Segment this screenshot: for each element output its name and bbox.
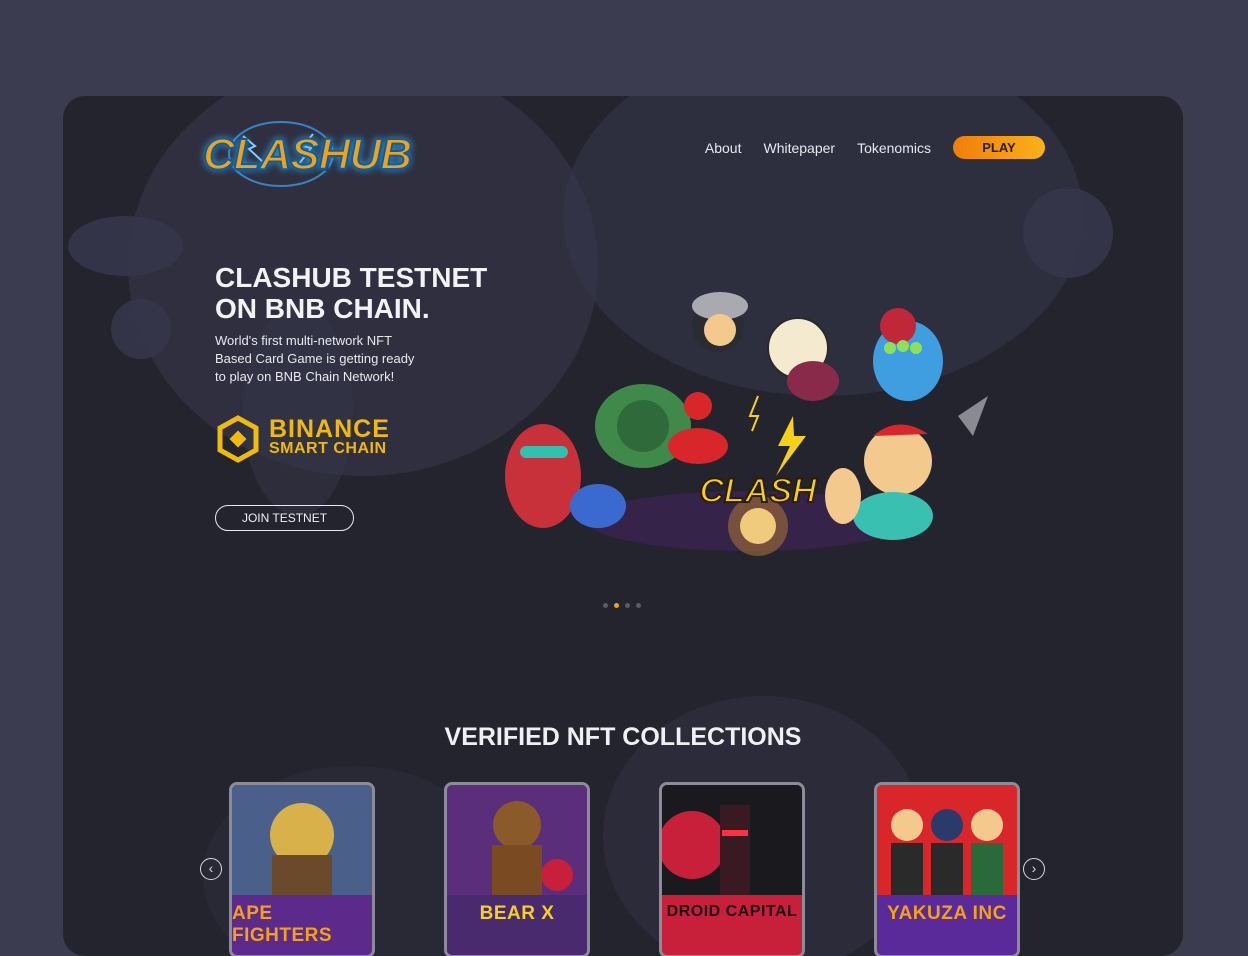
binance-line1: BINANCE bbox=[269, 415, 390, 443]
collection-label: YAKUZA INC bbox=[887, 903, 1007, 924]
binance-icon bbox=[217, 415, 259, 463]
binance-smart-chain-logo: BINANCE SMART CHAIN bbox=[215, 414, 390, 464]
clashub-logo[interactable]: CLASHUB bbox=[202, 116, 413, 196]
hero-illustration: CLASH bbox=[505, 292, 988, 556]
carousel-dot-4[interactable] bbox=[636, 603, 641, 608]
carousel-dot-2[interactable] bbox=[614, 603, 619, 608]
collection-band: BEAR X bbox=[447, 895, 587, 955]
collection-art bbox=[232, 785, 372, 895]
top-nav: About Whitepaper Tokenomics PLAY bbox=[705, 136, 1045, 159]
carousel-dots bbox=[603, 603, 641, 608]
bg-blob bbox=[111, 299, 171, 359]
carousel-dot-3[interactable] bbox=[625, 603, 630, 608]
bg-blob bbox=[1023, 188, 1113, 278]
collection-band: APE FIGHTERS bbox=[232, 895, 372, 955]
clash-art-text: CLASH bbox=[699, 472, 818, 510]
nav-about[interactable]: About bbox=[705, 140, 742, 156]
collection-art bbox=[447, 785, 587, 895]
nav-tokenomics[interactable]: Tokenomics bbox=[857, 140, 931, 156]
collection-card-ape-fighters[interactable]: APE FIGHTERS bbox=[229, 782, 375, 956]
binance-line2: SMART CHAIN bbox=[269, 440, 387, 457]
collection-label: BEAR X bbox=[479, 903, 555, 924]
bg-blob bbox=[68, 216, 183, 276]
join-testnet-button[interactable]: JOIN TESTNET bbox=[215, 505, 354, 531]
collection-card-yakuza-inc[interactable]: YAKUZA INC bbox=[874, 782, 1020, 956]
hero-subtitle: World's first multi-network NFT Based Ca… bbox=[215, 333, 415, 384]
collection-band: YAKUZA INC bbox=[877, 895, 1017, 955]
chevron-left-icon[interactable]: ‹ bbox=[200, 858, 222, 880]
collection-art bbox=[662, 785, 802, 895]
nav-whitepaper[interactable]: Whitepaper bbox=[763, 140, 835, 156]
play-button[interactable]: PLAY bbox=[953, 136, 1045, 159]
carousel-dot-1[interactable] bbox=[603, 603, 608, 608]
collections-title: VERIFIED NFT COLLECTIONS bbox=[444, 723, 802, 751]
collection-art bbox=[877, 785, 1017, 895]
collection-label: APE FIGHTERS bbox=[232, 903, 333, 946]
logo-text: CLASHUB bbox=[202, 129, 413, 180]
chevron-right-icon[interactable]: › bbox=[1023, 858, 1045, 880]
collection-label: DROID CAPITAL bbox=[666, 903, 798, 920]
collection-card-droid-capital[interactable]: DROID CAPITAL bbox=[659, 782, 805, 956]
main-panel: CLASHUB About Whitepaper Tokenomics PLAY… bbox=[63, 96, 1183, 956]
collection-band: DROID CAPITAL bbox=[662, 895, 802, 955]
collection-card-bear-x[interactable]: BEAR X bbox=[444, 782, 590, 956]
